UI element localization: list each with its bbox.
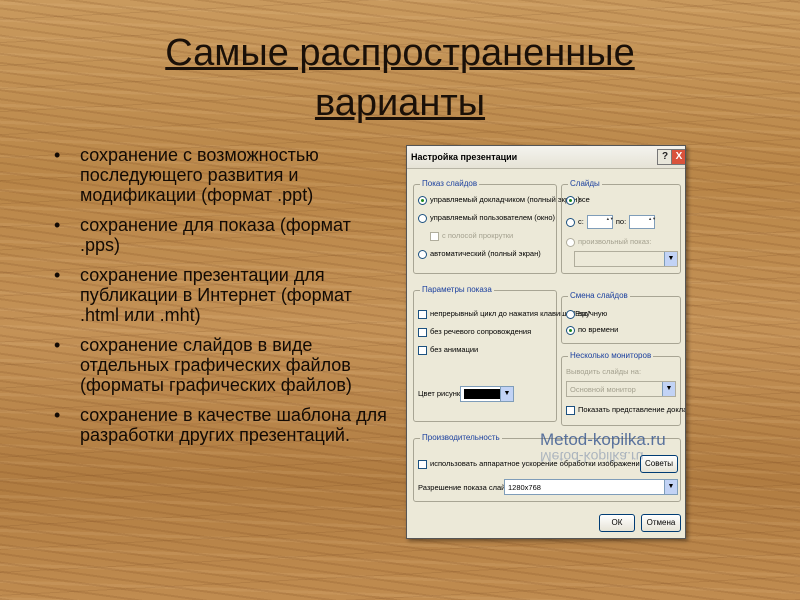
- checkbox-no-narration[interactable]: без речевого сопровождения: [418, 327, 531, 337]
- title-line-2: варианты: [314, 82, 486, 124]
- radio-icon: [418, 213, 427, 223]
- custom-show-select[interactable]: ▼: [574, 251, 678, 267]
- advance-group: Смена слайдов вручную по времени: [561, 291, 681, 344]
- advance-label: Смена слайдов: [568, 291, 630, 300]
- cancel-button[interactable]: Отмена: [641, 514, 681, 532]
- bullet-icon: •: [54, 335, 61, 355]
- bullet-icon: •: [54, 215, 61, 235]
- radio-manual[interactable]: вручную: [566, 309, 607, 319]
- list-item: • сохранение в качестве шаблона для разра…: [54, 405, 387, 445]
- tips-button[interactable]: Советы: [640, 455, 678, 473]
- show-type-label: Показ слайдов: [420, 179, 480, 188]
- radio-icon: [566, 309, 575, 319]
- slide-title: Самые распространенные варианты: [0, 28, 800, 128]
- show-options-label: Параметры показа: [420, 285, 494, 294]
- ok-button[interactable]: ОК: [599, 514, 635, 532]
- bullet-list: • сохранение с возможностью последующего …: [50, 145, 390, 455]
- radio-icon: [418, 249, 427, 259]
- list-item: • сохранение с возможностью последующего …: [54, 145, 319, 205]
- performance-label: Производительность: [420, 433, 502, 442]
- checkbox-scrollbar[interactable]: с полосой прокрутки: [430, 231, 513, 241]
- setup-show-dialog: Настройка презентации ? X Показ слайдов …: [406, 145, 686, 539]
- checkbox-icon: [430, 231, 439, 241]
- color-swatch: [464, 389, 500, 399]
- resolution-select[interactable]: 1280x768 ▼: [504, 479, 678, 495]
- list-item: • сохранение слайдов в виде отдельных гра…: [54, 335, 352, 395]
- watermark: Metod-kopilka.ru: [540, 430, 666, 449]
- from-slide-stepper[interactable]: [586, 215, 613, 229]
- radio-all-slides[interactable]: все: [566, 195, 590, 205]
- radio-presenter[interactable]: управляемый докладчиком (полный экран): [418, 195, 580, 205]
- bullet-icon: •: [54, 265, 61, 285]
- resolution-value: 1280x768: [508, 483, 541, 492]
- radio-icon: [566, 325, 575, 335]
- slides-label: Слайды: [568, 179, 602, 188]
- monitors-group: Несколько мониторов Выводить слайды на: …: [561, 351, 685, 426]
- radio-timings[interactable]: по времени: [566, 325, 618, 335]
- checkbox-icon: [418, 459, 427, 469]
- dialog-title: Настройка презентации: [411, 152, 518, 162]
- checkbox-no-animation[interactable]: без анимации: [418, 345, 478, 355]
- radio-slide-range[interactable]: с:по:: [566, 215, 658, 229]
- radio-icon: [566, 237, 575, 247]
- radio-icon: [566, 217, 575, 227]
- checkbox-icon: [418, 309, 427, 319]
- radio-kiosk[interactable]: автоматический (полный экран): [418, 249, 541, 259]
- display-on-value: Основной монитор: [570, 385, 636, 394]
- checkbox-icon: [418, 345, 427, 355]
- bullet-icon: •: [54, 145, 61, 165]
- display-on-select[interactable]: Основной монитор ▼: [566, 381, 676, 397]
- list-item: • сохранение для показа (формат .pps): [54, 215, 351, 255]
- monitors-label: Несколько мониторов: [568, 351, 654, 360]
- radio-custom-show[interactable]: произвольный показ:: [566, 237, 651, 247]
- title-line-1: Самые распространенные: [165, 32, 635, 74]
- list-item: • сохранение презентации для публикации в…: [54, 265, 352, 325]
- to-slide-stepper[interactable]: [629, 215, 656, 229]
- checkbox-icon: [566, 405, 575, 415]
- chevron-down-icon: ▼: [664, 480, 677, 494]
- chevron-down-icon: ▼: [500, 387, 513, 401]
- display-on-label: Выводить слайды на:: [566, 367, 642, 376]
- checkbox-presenter-view[interactable]: Показать представление докладчика: [566, 405, 685, 415]
- watermark-reflection: Metod-kopilka.ru: [540, 449, 644, 465]
- close-icon[interactable]: X: [671, 149, 685, 165]
- dialog-titlebar[interactable]: Настройка презентации ? X: [407, 146, 685, 169]
- show-options-group: Параметры показа непрерывный цикл до наж…: [413, 285, 590, 422]
- radio-icon: [566, 195, 575, 205]
- chevron-down-icon: ▼: [662, 382, 675, 396]
- chevron-down-icon: ▼: [664, 252, 677, 266]
- show-type-group: Показ слайдов управляемый докладчиком (п…: [413, 179, 580, 274]
- checkbox-icon: [418, 327, 427, 337]
- slides-group: Слайды все с:по: произвольный показ: ▼: [561, 179, 681, 274]
- radio-icon: [418, 195, 427, 205]
- bullet-icon: •: [54, 405, 61, 425]
- pen-color-select[interactable]: ▼: [460, 386, 514, 402]
- radio-individual[interactable]: управляемый пользователем (окно): [418, 213, 555, 223]
